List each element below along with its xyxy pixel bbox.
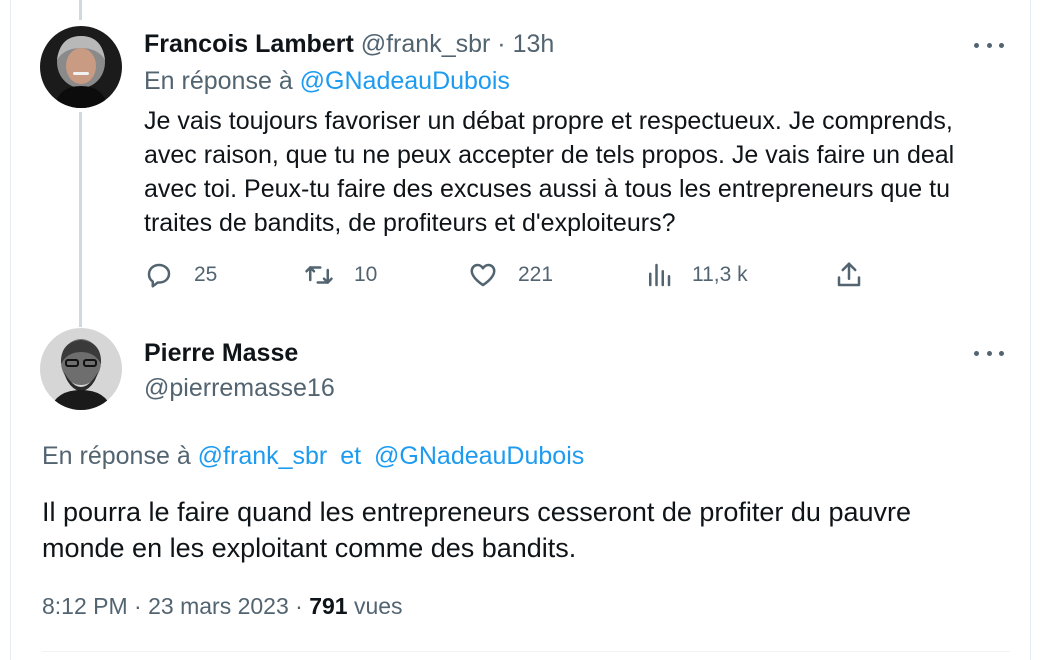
more-icon[interactable] xyxy=(974,35,1004,55)
avatar-image xyxy=(40,328,122,410)
author-handle[interactable]: @frank_sbr xyxy=(361,30,491,58)
column-border-right xyxy=(1030,0,1031,660)
meta-separator: · xyxy=(134,593,142,619)
column-border-left xyxy=(10,0,11,660)
author-name[interactable]: Francois Lambert xyxy=(144,30,354,58)
thread-connector xyxy=(79,112,82,327)
tweet-thread: Francois Lambert @frank_sbr · 13h En rép… xyxy=(0,0,1040,660)
retweet-count: 10 xyxy=(354,263,378,286)
like-button[interactable]: 221 xyxy=(468,258,553,292)
tweet-text: Je vais toujours favoriser un débat prop… xyxy=(144,104,1014,240)
views-count: 791 xyxy=(309,593,348,619)
views-count: 11,3 k xyxy=(692,263,748,286)
reply-mention[interactable]: @frank_sbr xyxy=(198,442,328,470)
reply-conjunction: et xyxy=(340,442,362,470)
retweet-button[interactable]: 10 xyxy=(304,258,377,292)
tweet-text-line: avec raison, que tu ne peux accepter de … xyxy=(144,141,955,169)
share-icon xyxy=(837,262,861,287)
views-label: vues xyxy=(353,593,403,619)
more-icon[interactable] xyxy=(974,343,1004,363)
avatar-francois-lambert[interactable] xyxy=(40,26,122,108)
reply-mention[interactable]: @GNadeauDubois xyxy=(300,67,510,95)
views-icon xyxy=(649,263,671,287)
share-button[interactable] xyxy=(834,258,864,292)
avatar-image xyxy=(40,26,122,108)
header-separator: · xyxy=(497,30,506,58)
tweet1-header: Francois Lambert @frank_sbr · 13h xyxy=(144,29,554,59)
reply-mention[interactable]: @GNadeauDubois xyxy=(374,442,584,470)
tweet-time[interactable]: 8:12 PM xyxy=(42,593,128,619)
reply-prefix: En réponse à xyxy=(42,442,191,470)
tweet-text-line: Je vais toujours favoriser un débat prop… xyxy=(144,107,953,135)
reply-icon xyxy=(147,263,171,288)
tweet-text-line: traites de bandits, de profiteurs et d'e… xyxy=(144,209,676,237)
avatar-pierre-masse[interactable] xyxy=(40,328,122,410)
reply-context: En réponse à @GNadeauDubois xyxy=(144,66,510,96)
reply-button[interactable]: 25 xyxy=(144,258,217,292)
retweet-icon xyxy=(305,266,333,284)
tweet-actions: 25 10 221 11,3 k xyxy=(144,258,1024,292)
reply-context: En réponse à @frank_sbr et @GNadeauDuboi… xyxy=(42,441,584,471)
author-name[interactable]: Pierre Masse xyxy=(144,338,298,368)
tweet-text-line: Il pourra le faire quand les entrepreneu… xyxy=(42,497,912,527)
tweet-text-line: monde en les exploitant comme des bandit… xyxy=(42,533,577,563)
tweet-text-line: avec toi. Peux-tu faire des excuses auss… xyxy=(144,175,951,203)
reply-count: 25 xyxy=(194,263,218,286)
tweet-meta: 8:12 PM · 23 mars 2023 · 791 vues xyxy=(42,591,403,621)
thread-connector-top xyxy=(79,0,82,20)
author-handle[interactable]: @pierremasse16 xyxy=(144,373,335,403)
reply-prefix: En réponse à xyxy=(144,67,293,95)
tweet-text: Il pourra le faire quand les entrepreneu… xyxy=(42,494,1002,566)
divider xyxy=(42,651,1010,652)
like-icon xyxy=(470,263,496,287)
tweet-date[interactable]: 23 mars 2023 xyxy=(148,593,289,619)
tweet-time[interactable]: 13h xyxy=(513,30,555,58)
like-count: 221 xyxy=(518,263,554,286)
meta-separator: · xyxy=(295,593,303,619)
views-button[interactable]: 11,3 k xyxy=(644,258,748,292)
